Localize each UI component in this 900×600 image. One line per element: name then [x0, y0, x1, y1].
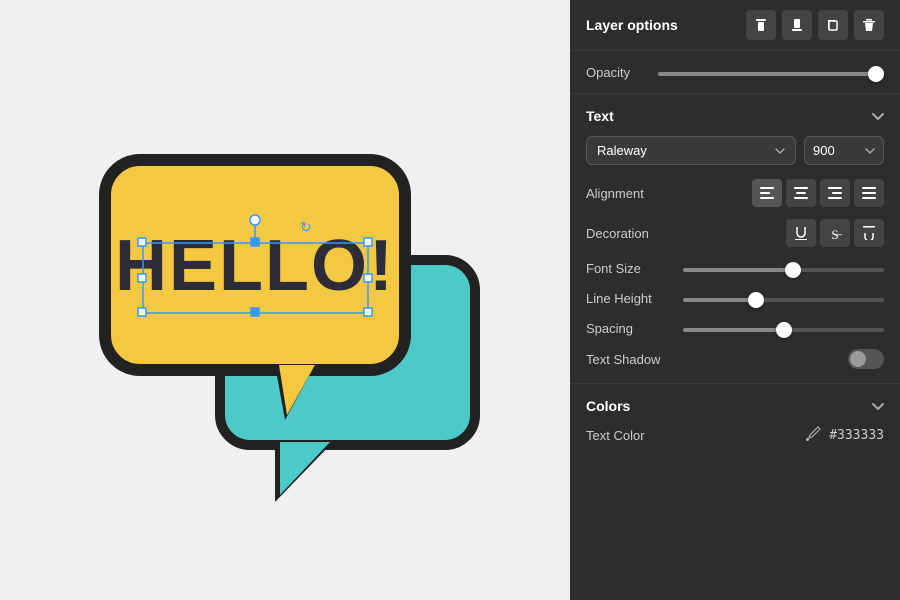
spacing-label: Spacing [586, 321, 671, 336]
eyedropper-icon [805, 426, 821, 442]
text-section-header[interactable]: Text [586, 108, 884, 124]
line-height-row: Line Height [586, 289, 884, 307]
align-top-icon [754, 18, 768, 32]
opacity-row: Opacity [570, 51, 900, 94]
font-row: Raleway 900 [586, 136, 884, 165]
align-bottom-button[interactable] [782, 10, 812, 40]
handle-mr [364, 274, 372, 282]
delete-icon [862, 18, 876, 32]
chevron-icon-2 [865, 148, 875, 155]
handle-br [364, 308, 372, 316]
colors-section-title: Colors [586, 398, 630, 414]
handle-tc [251, 238, 259, 246]
copy-icon [826, 18, 840, 32]
font-weight-label: 900 [813, 143, 835, 158]
overline-button[interactable] [854, 219, 884, 247]
spacing-slider-container [683, 319, 884, 337]
text-shadow-toggle[interactable] [848, 349, 884, 369]
align-top-button[interactable] [746, 10, 776, 40]
text-shadow-label: Text Shadow [586, 352, 666, 367]
opacity-label: Opacity [586, 65, 646, 80]
text-section: Text Raleway 900 [570, 94, 900, 384]
speech-bubble-svg: HELLO! ↻ [65, 80, 505, 520]
strikethrough-icon: S̶ [828, 226, 842, 240]
align-center-button[interactable] [786, 179, 816, 207]
opacity-slider[interactable] [658, 72, 884, 76]
layer-options-title: Layer options [586, 17, 678, 33]
text-color-label: Text Color [586, 428, 666, 443]
font-family-select[interactable]: Raleway [586, 136, 796, 165]
right-panel: Layer options [570, 0, 900, 600]
font-size-slider-container [683, 259, 884, 277]
align-bottom-icon [790, 18, 804, 32]
align-justify-button[interactable] [854, 179, 884, 207]
strikethrough-button[interactable]: S̶ [820, 219, 850, 247]
font-family-chevron [775, 143, 785, 158]
font-size-label: Font Size [586, 261, 671, 276]
colors-section: Colors Text Color #333333 [570, 384, 900, 459]
text-color-row: Text Color #333333 [586, 426, 884, 445]
copy-button[interactable] [818, 10, 848, 40]
text-section-toggle [872, 108, 884, 124]
illustration: HELLO! ↻ [65, 80, 505, 520]
rotate-icon: ↻ [300, 219, 312, 235]
font-weight-select[interactable]: 900 [804, 136, 884, 165]
handle-tl [138, 238, 146, 246]
decoration-row: Decoration S̶ [586, 219, 884, 247]
font-size-row: Font Size [586, 259, 884, 277]
colors-section-toggle [872, 398, 884, 414]
align-right-button[interactable] [820, 179, 850, 207]
text-color-value: #333333 [829, 428, 884, 443]
underline-icon [795, 226, 807, 240]
spacing-row: Spacing [586, 319, 884, 337]
line-height-label: Line Height [586, 291, 671, 306]
rotate-handle [250, 215, 260, 225]
text-shadow-row: Text Shadow [586, 349, 884, 369]
underline-button[interactable] [786, 219, 816, 247]
overline-icon [863, 226, 875, 240]
handle-ml [138, 274, 146, 282]
alignment-label: Alignment [586, 186, 666, 201]
handle-tr [364, 238, 372, 246]
font-family-label: Raleway [597, 143, 647, 158]
align-left-button[interactable] [752, 179, 782, 207]
line-height-slider[interactable] [683, 298, 884, 302]
text-section-title: Text [586, 108, 614, 124]
text-shadow-knob [850, 351, 866, 367]
svg-text:S̶: S̶ [831, 227, 842, 240]
line-height-slider-container [683, 289, 884, 307]
spacing-slider[interactable] [683, 328, 884, 332]
layer-options-header: Layer options [570, 0, 900, 51]
align-left-icon [760, 187, 774, 199]
color-picker-icon[interactable] [805, 426, 821, 445]
opacity-slider-container [658, 63, 884, 81]
decoration-buttons: S̶ [786, 219, 884, 247]
font-size-slider[interactable] [683, 268, 884, 272]
align-right-icon [828, 187, 842, 199]
chevron-icon [775, 148, 785, 155]
colors-chevron-icon [872, 403, 884, 411]
font-weight-chevron [865, 143, 875, 158]
canvas: HELLO! ↻ [0, 0, 570, 600]
alignment-buttons [752, 179, 884, 207]
decoration-label: Decoration [586, 226, 666, 241]
colors-section-header[interactable]: Colors [586, 398, 884, 414]
align-center-icon [794, 187, 808, 199]
alignment-row: Alignment [586, 179, 884, 207]
handle-bc [251, 308, 259, 316]
layer-options-icons [746, 10, 884, 40]
delete-button[interactable] [854, 10, 884, 40]
align-justify-icon [862, 187, 876, 199]
handle-bl [138, 308, 146, 316]
chevron-down-icon [872, 113, 884, 121]
text-color-controls: #333333 [805, 426, 884, 445]
